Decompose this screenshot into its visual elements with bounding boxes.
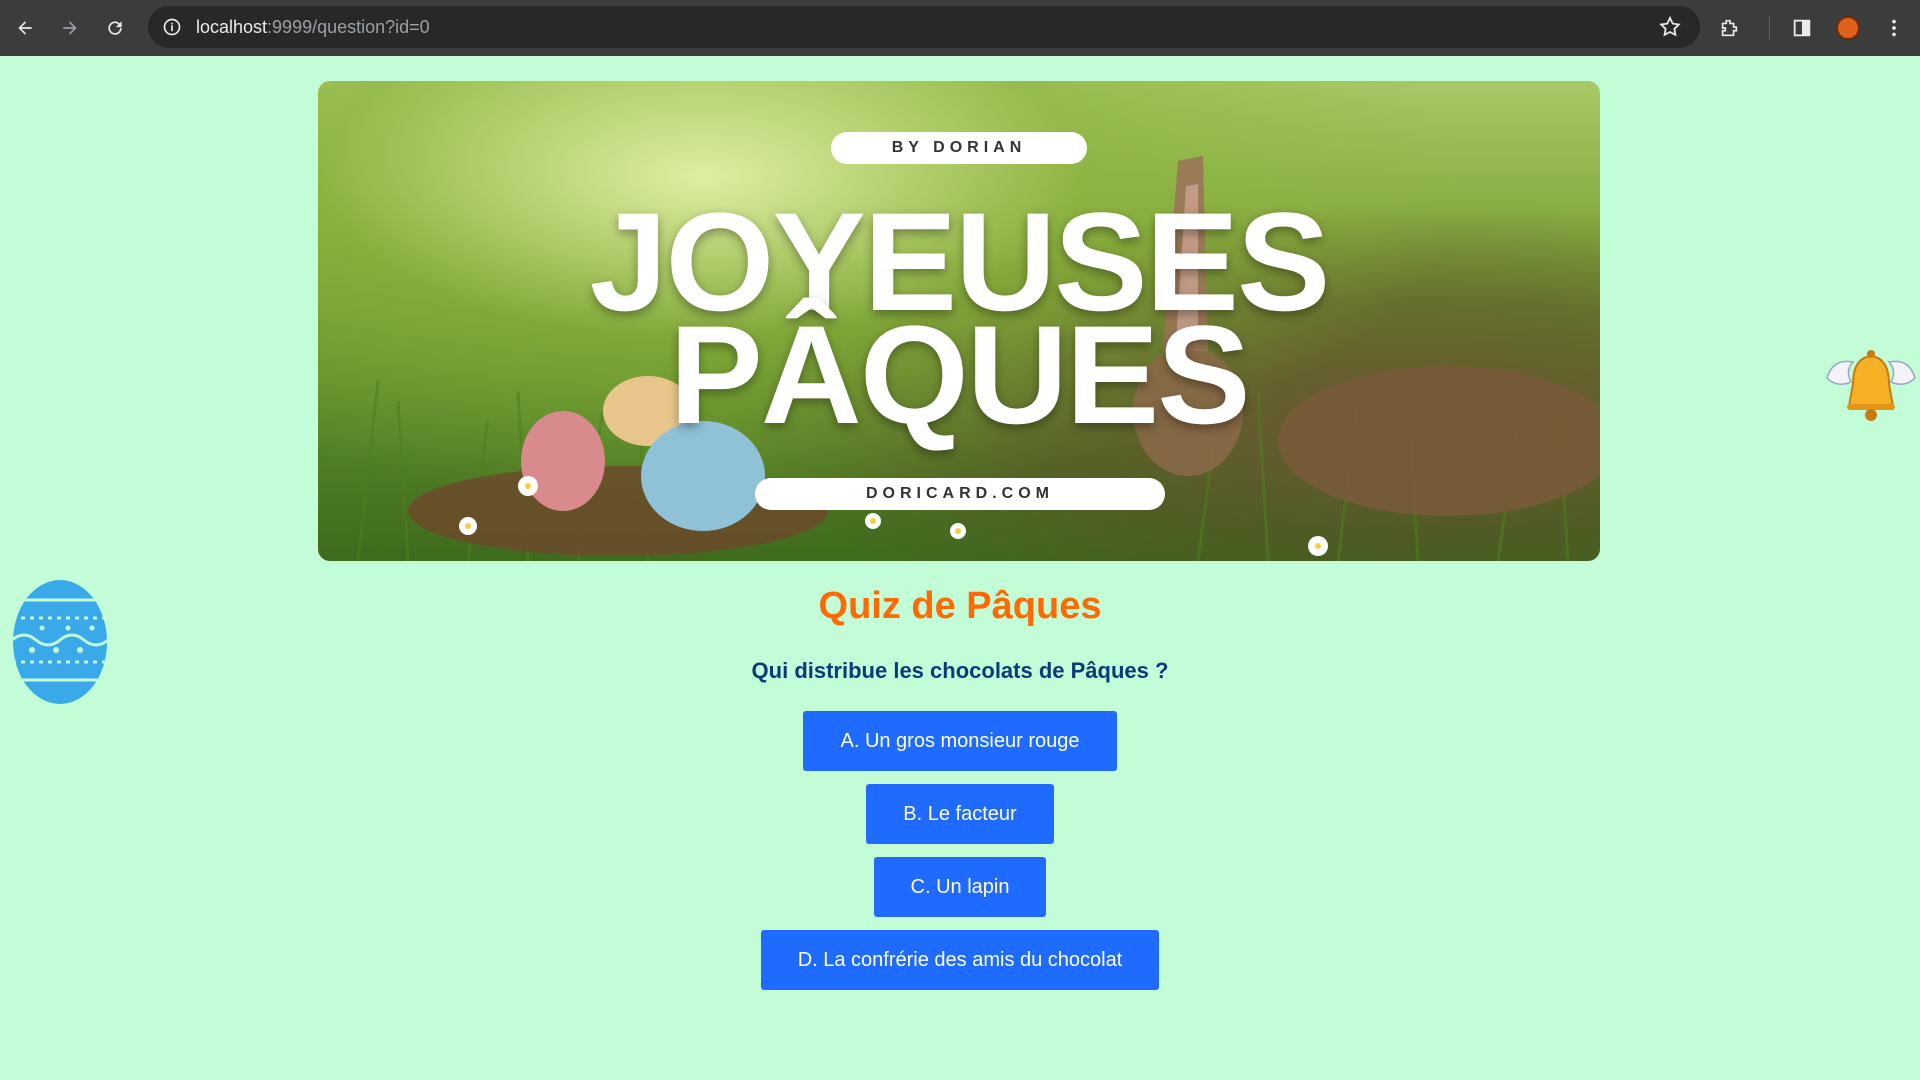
banner-author-pill: BY DORIAN <box>831 132 1087 164</box>
toolbar-separator <box>1769 16 1770 40</box>
profile-avatar[interactable] <box>1836 16 1860 40</box>
url-host: localhost <box>196 16 268 37</box>
winged-bell-icon <box>1823 348 1919 426</box>
address-bar[interactable]: localhost:9999/question?id=0 <box>148 6 1700 48</box>
toolbar-actions <box>1717 0 1920 56</box>
info-icon[interactable] <box>160 15 184 39</box>
forward-icon[interactable] <box>55 13 85 43</box>
answer-c-button[interactable]: C. Un lapin <box>873 857 1047 917</box>
answer-b-button[interactable]: B. Le facteur <box>866 784 1054 844</box>
url-path: :9999/question?id=0 <box>267 16 430 37</box>
reload-icon[interactable] <box>100 13 130 43</box>
banner-site-pill: DORICARD.COM <box>755 478 1165 510</box>
banner-headline-2: PÂQUES <box>669 296 1250 453</box>
star-icon[interactable] <box>1658 15 1682 39</box>
menu-icon[interactable] <box>1882 16 1906 40</box>
easter-banner-image: BY DORIAN JOYEUSES PÂQUES DORICARD.COM <box>318 81 1600 561</box>
side-panel-icon[interactable] <box>1790 16 1814 40</box>
browser-toolbar: localhost:9999/question?id=0 <box>0 0 1920 56</box>
url-text[interactable]: localhost:9999/question?id=0 <box>196 17 430 38</box>
answer-list: A. Un gros monsieur rouge B. Le facteur … <box>0 711 1920 990</box>
quiz-question: Qui distribue les chocolats de Pâques ? <box>751 658 1169 683</box>
extensions-icon[interactable] <box>1717 16 1741 40</box>
answer-a-button[interactable]: A. Un gros monsieur rouge <box>803 711 1117 771</box>
quiz-title: Quiz de Pâques <box>818 585 1102 627</box>
answer-d-button[interactable]: D. La confrérie des amis du chocolat <box>760 930 1160 990</box>
back-icon[interactable] <box>10 13 40 43</box>
